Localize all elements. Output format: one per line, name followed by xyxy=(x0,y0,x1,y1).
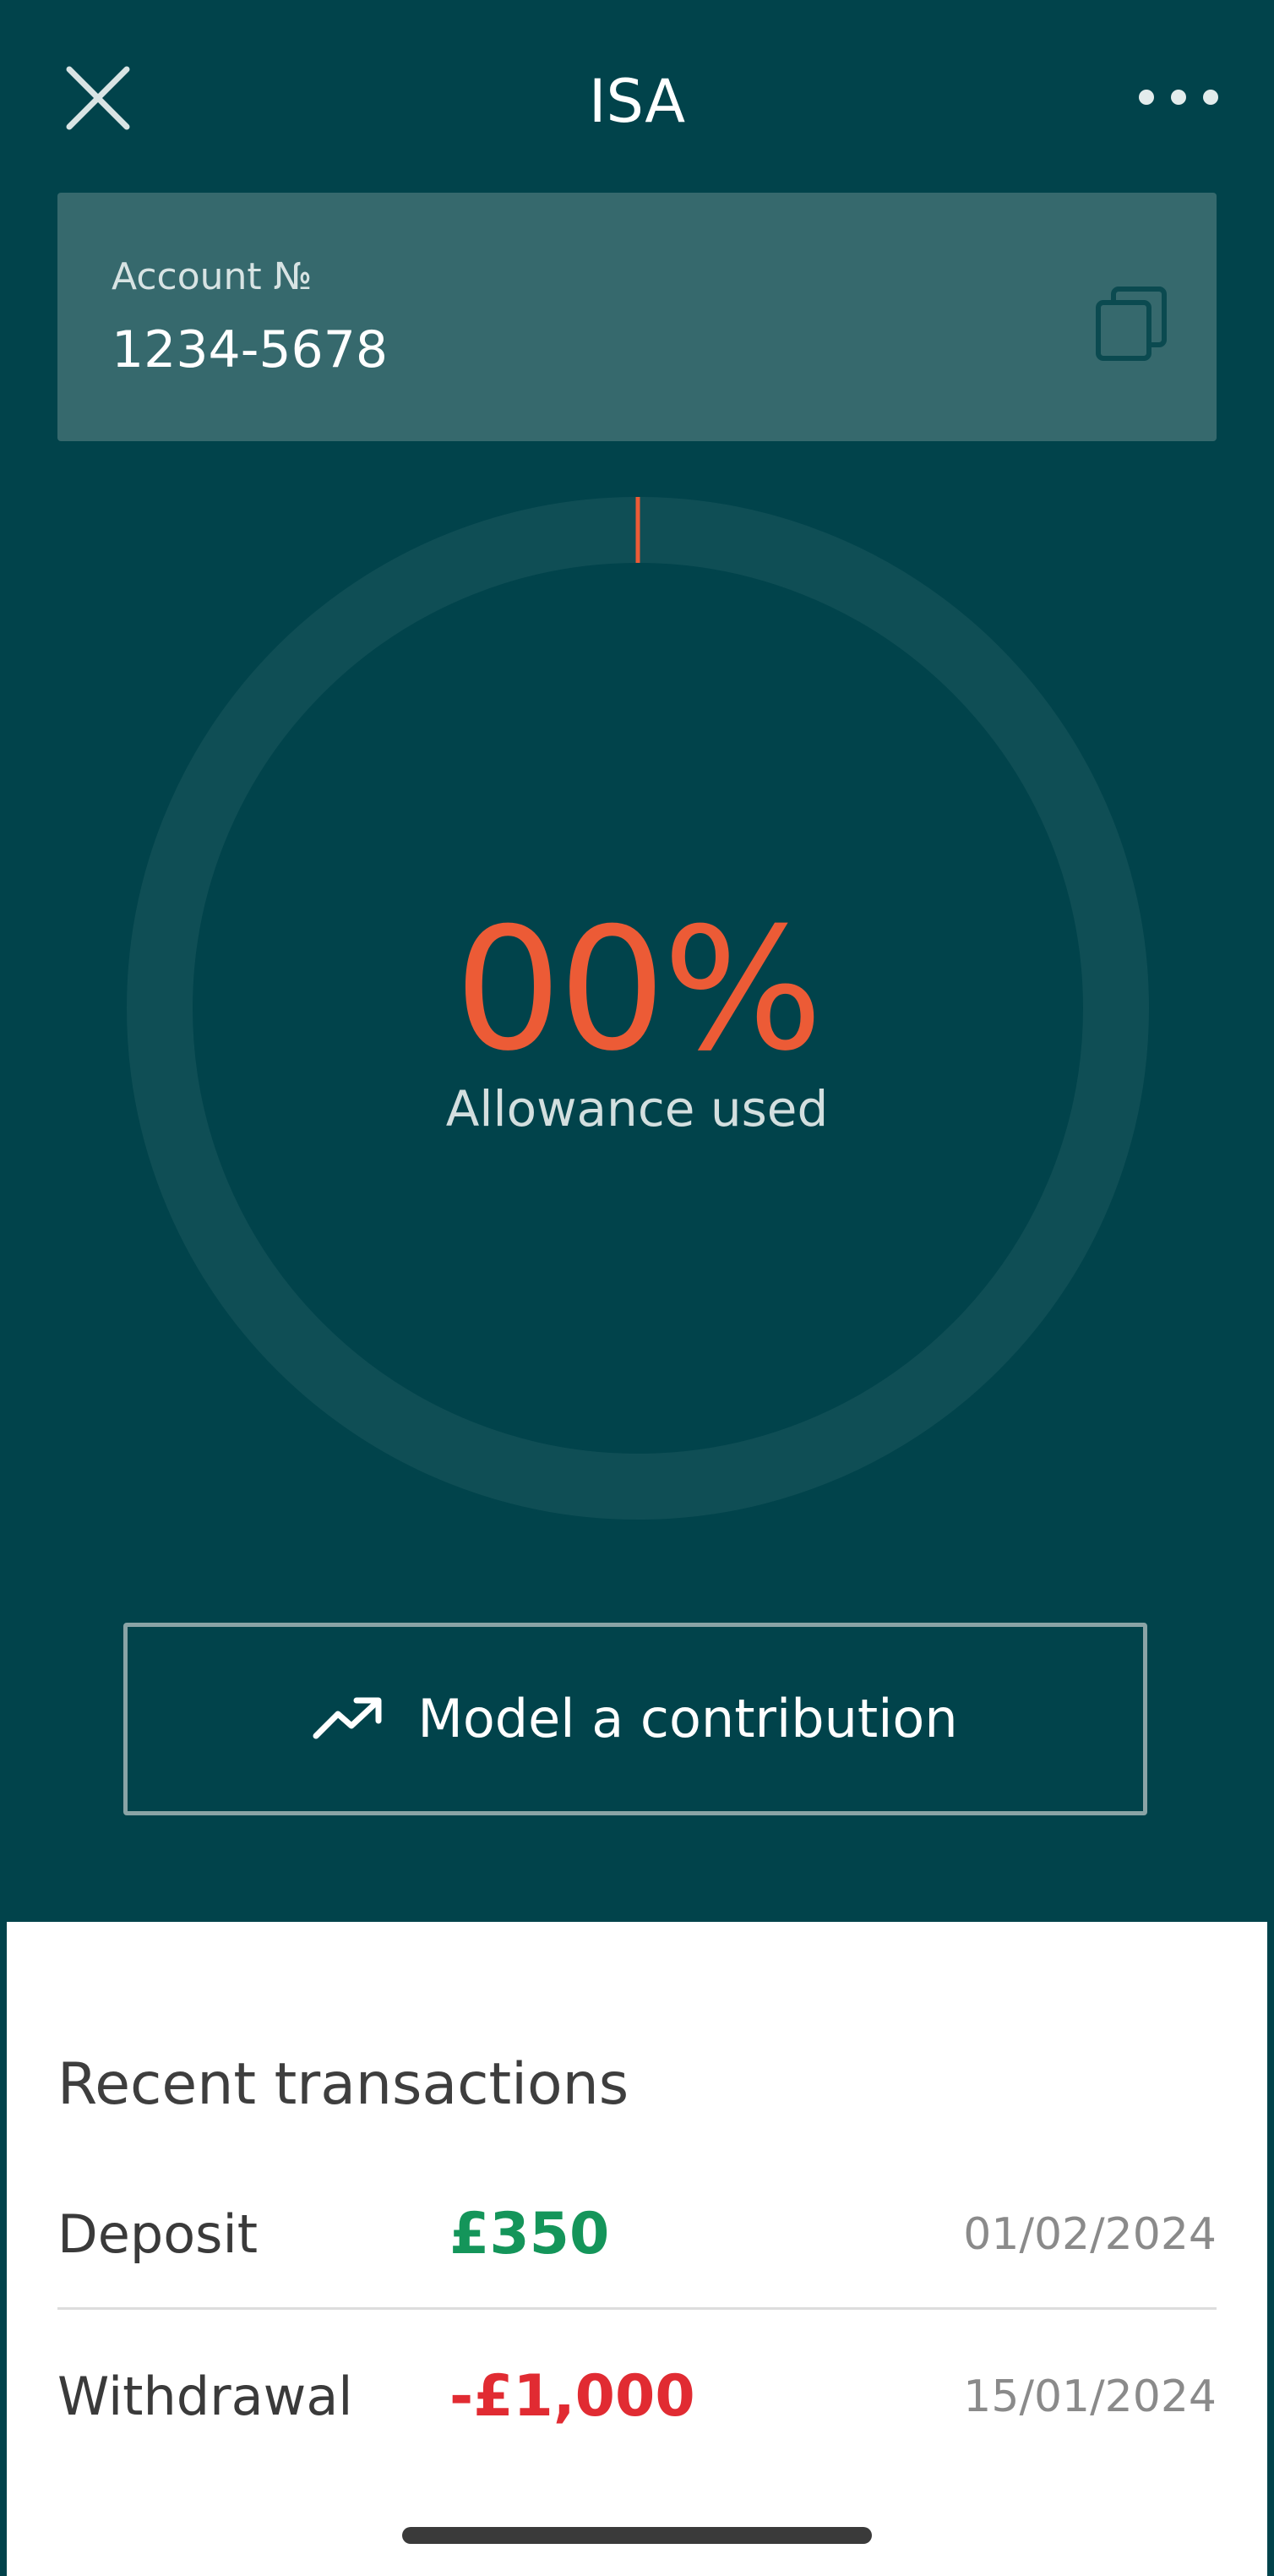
transaction-row[interactable]: Withdrawal -£1,000 15/01/2024 xyxy=(57,2363,1217,2498)
recent-transactions-panel: Recent transactions Deposit £350 01/02/2… xyxy=(7,1922,1267,2576)
model-contribution-label: Model a contribution xyxy=(417,1688,958,1749)
close-icon xyxy=(66,66,130,130)
page-title: ISA xyxy=(588,67,686,136)
copy-account-number-button[interactable] xyxy=(1085,277,1178,370)
transaction-amount: £350 xyxy=(449,2201,610,2268)
more-options-button[interactable] xyxy=(1132,68,1225,127)
more-horizontal-icon xyxy=(1139,90,1218,105)
transaction-date: 15/01/2024 xyxy=(963,2371,1217,2422)
isa-account-screen: ISA Account № 1234-5678 00% Allowance us… xyxy=(0,0,1274,2576)
allowance-label: Allowance used xyxy=(445,1080,829,1138)
home-indicator xyxy=(402,2527,872,2544)
model-contribution-button[interactable]: Model a contribution xyxy=(123,1623,1147,1815)
transaction-date: 01/02/2024 xyxy=(963,2209,1217,2260)
copy-icon xyxy=(1096,287,1167,361)
trending-up-icon xyxy=(313,1697,382,1739)
transaction-amount: -£1,000 xyxy=(449,2363,695,2430)
transaction-type: Deposit xyxy=(57,2203,259,2265)
transaction-type: Withdrawal xyxy=(57,2366,353,2427)
allowance-percentage: 00% xyxy=(454,892,824,1089)
transaction-row[interactable]: Deposit £350 01/02/2024 xyxy=(57,2201,1217,2336)
close-button[interactable] xyxy=(64,64,132,132)
divider xyxy=(57,2307,1217,2310)
recent-transactions-title: Recent transactions xyxy=(57,2051,629,2118)
account-number: 1234-5678 xyxy=(112,320,389,379)
account-card: Account № 1234-5678 xyxy=(57,193,1217,441)
account-number-label: Account № xyxy=(112,255,313,298)
